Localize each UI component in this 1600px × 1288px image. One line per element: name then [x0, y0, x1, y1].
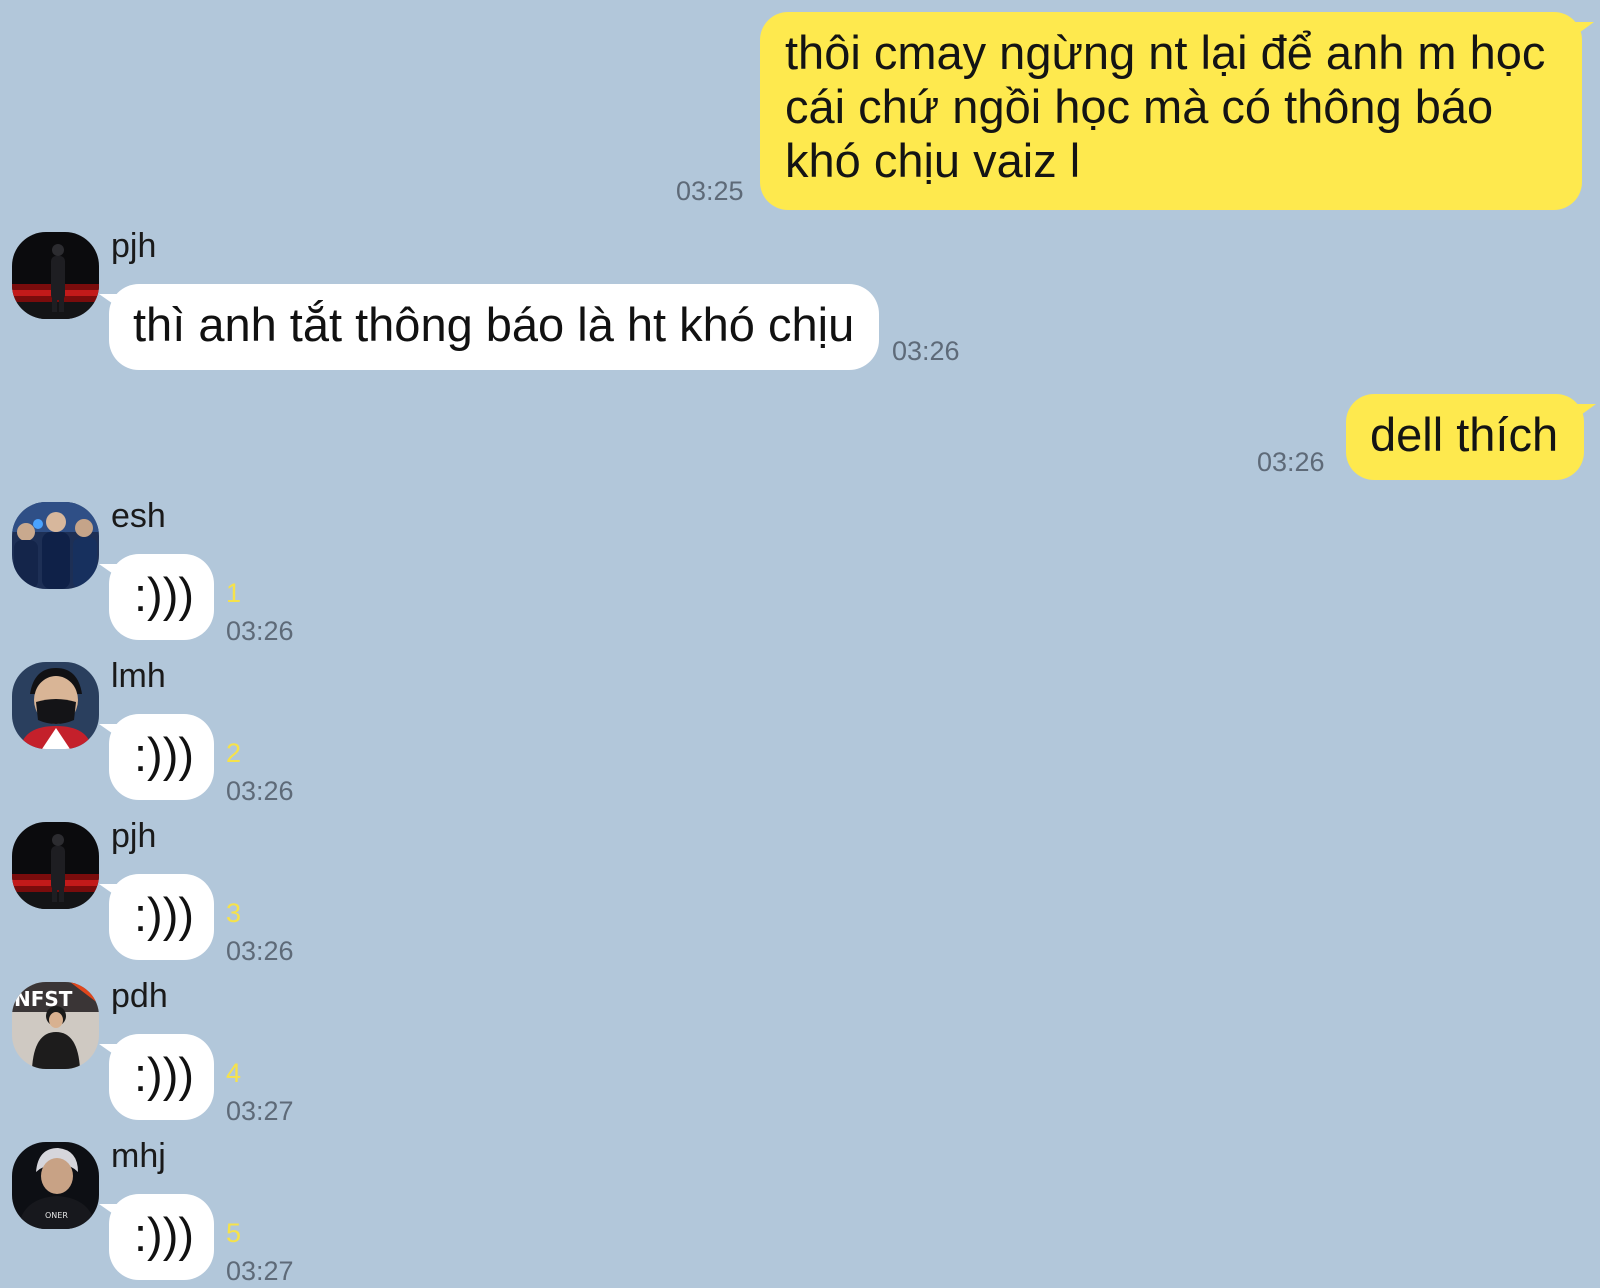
- message-text-line: khó chịu vaiz l: [785, 134, 1081, 187]
- unread-count-badge: 5: [226, 1218, 242, 1248]
- profile-photo-avatar: ONER: [12, 1142, 99, 1229]
- message-timestamp: 03:26: [226, 936, 294, 966]
- sender-avatar[interactable]: ONER: [12, 1142, 99, 1229]
- unread-count-badge: 4: [226, 1058, 242, 1088]
- sender-name: pjh: [111, 227, 157, 265]
- unread-count-badge: 2: [226, 738, 242, 768]
- outgoing-message-bubble[interactable]: thôi cmay ngừng nt lại để anh m học cái …: [760, 12, 1594, 210]
- incoming-message: lmh :))) 2 03:26: [0, 657, 1000, 812]
- profile-photo-avatar: [12, 662, 99, 749]
- message-timestamp: 03:27: [226, 1256, 294, 1286]
- sender-name: pjh: [111, 817, 157, 855]
- incoming-message: pjh :))) 3 03:26: [0, 817, 1000, 972]
- sender-name: lmh: [111, 657, 166, 695]
- sender-avatar[interactable]: [12, 822, 99, 909]
- incoming-message: ONER mhj :))) 5 03:27: [0, 1137, 1000, 1288]
- incoming-message-bubble[interactable]: thì anh tắt thông báo là ht khó chịu: [99, 284, 879, 370]
- chat-message-list[interactable]: 03:25 thôi cmay ngừng nt lại để anh m họ…: [0, 0, 1600, 1288]
- sender-avatar[interactable]: [12, 662, 99, 749]
- profile-photo-avatar: NFST: [12, 982, 99, 1069]
- incoming-message-bubble[interactable]: :))): [99, 1034, 214, 1120]
- unread-count-badge: 1: [226, 578, 242, 608]
- message-text-line: cái chứ ngồi học mà có thông báo: [785, 80, 1494, 133]
- incoming-message-bubble[interactable]: :))): [99, 874, 214, 960]
- sender-avatar[interactable]: NFST: [12, 982, 99, 1069]
- incoming-message: NFST pdh :))) 4 03:27: [0, 977, 1000, 1132]
- incoming-message: pjh thì anh tắt thông báo là ht khó chịu…: [0, 227, 1000, 372]
- message-timestamp: 03:25: [676, 176, 744, 206]
- sender-avatar[interactable]: [12, 232, 99, 319]
- svg-text:NFST: NFST: [14, 987, 73, 1011]
- profile-photo-avatar: [12, 232, 99, 319]
- message-timestamp: 03:26: [226, 776, 294, 806]
- message-text-line: thôi cmay ngừng nt lại để anh m học: [785, 26, 1546, 79]
- message-timestamp: 03:26: [892, 336, 960, 366]
- incoming-message: esh :))) 1 03:26: [0, 497, 1000, 652]
- message-timestamp: 03:27: [226, 1096, 294, 1126]
- profile-photo-avatar: [12, 502, 99, 589]
- sender-name: mhj: [111, 1137, 166, 1175]
- incoming-message-bubble[interactable]: :))): [99, 1194, 214, 1280]
- profile-photo-avatar: [12, 822, 99, 909]
- outgoing-message-bubble[interactable]: dell thích: [1346, 394, 1596, 480]
- incoming-message-bubble[interactable]: :))): [99, 714, 214, 800]
- unread-count-badge: 3: [226, 898, 242, 928]
- svg-text:ONER: ONER: [45, 1211, 68, 1220]
- sender-name: pdh: [111, 977, 168, 1015]
- message-timestamp: 03:26: [1257, 447, 1325, 477]
- incoming-message-bubble[interactable]: :))): [99, 554, 214, 640]
- sender-avatar[interactable]: [12, 502, 99, 589]
- message-timestamp: 03:26: [226, 616, 294, 646]
- sender-name: esh: [111, 497, 166, 535]
